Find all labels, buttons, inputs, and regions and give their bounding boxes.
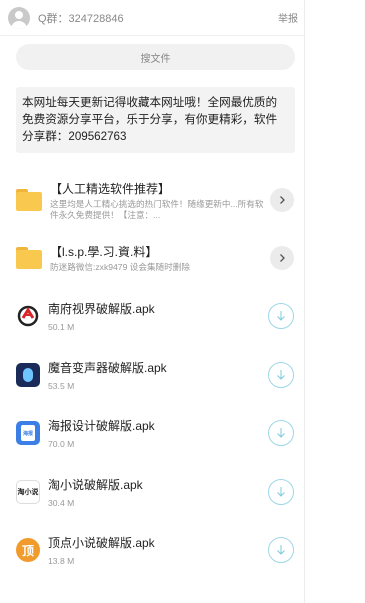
folder-item[interactable]: 【l.s.p.學.习.資.料】 防迷路微信:zxk9479 设会集随时删除 [0,229,304,287]
folder-title: 【l.s.p.學.习.資.料】 [50,245,158,259]
chevron-right-icon[interactable] [270,188,294,212]
avatar[interactable] [8,6,30,29]
poster-icon: 海报 [16,421,40,446]
file-name: 南府视界破解版.apk [48,302,155,317]
download-icon[interactable] [268,303,294,330]
chevron-right-icon[interactable] [270,246,294,270]
folder-icon [16,189,42,211]
file-list: 【人工精选软件推荐】 这里均是人工精心挑选的热门软件！随缘更新中...所有软件永… [0,171,304,580]
file-share-page: Q群：324728846 举报 搜文件 本网址每天更新记得收藏本网址哦！全网最优… [0,0,305,603]
folder-info: 【人工精选软件推荐】 这里均是人工精心挑选的热门软件！随缘更新中...所有软件永… [50,180,270,221]
novel-icon: 淘小说 [16,479,40,504]
file-info: 魔音变声器破解版.apk 53.5 M [48,359,268,391]
download-icon[interactable] [268,537,294,564]
download-icon[interactable] [268,420,294,447]
notice-box: 本网址每天更新记得收藏本网址哦！全网最优质的免费资源分享平台，乐于分享，有你更精… [16,87,295,153]
file-info: 淘小说破解版.apk 30.4 M [48,476,268,508]
folder-title: 【人工精选软件推荐】 [50,181,171,196]
file-item[interactable]: 南府视界破解版.apk 50.1 M [0,287,304,346]
novel-icon: 顶 [16,538,40,563]
file-item[interactable]: 海报 海报设计破解版.apk 70.0 M [0,404,304,463]
file-item[interactable]: 魔音变声器破解版.apk 53.5 M [0,346,304,405]
folder-icon [16,247,42,269]
qq-group-text: Q群：324728846 [38,12,124,25]
app-logo-icon [16,304,40,329]
search-area: 搜文件 [0,36,304,70]
file-info: 海报设计破解版.apk 70.0 M [48,417,268,449]
microphone-icon [16,362,40,387]
file-name: 海报设计破解版.apk [48,419,155,434]
folder-description: 这里均是人工精心挑选的热门软件！随缘更新中...所有软件永久免费提供！【注意：.… [50,198,264,220]
file-name: 淘小说破解版.apk [48,477,143,492]
page-margin [305,0,365,603]
download-icon[interactable] [268,361,294,388]
file-name: 魔音变声器破解版.apk [48,360,167,375]
file-size: 70.0 M [48,439,75,450]
file-size: 30.4 M [48,497,75,508]
file-info: 顶点小说破解版.apk 13.8 M [48,534,268,566]
file-item[interactable]: 淘小说 淘小说破解版.apk 30.4 M [0,463,304,522]
report-link[interactable]: 举报 [278,10,298,25]
search-files-button[interactable]: 搜文件 [16,44,295,70]
download-icon[interactable] [268,478,294,505]
header-bar: Q群：324728846 举报 [0,0,304,36]
file-info: 南府视界破解版.apk 50.1 M [48,300,268,332]
folder-info: 【l.s.p.學.习.資.料】 防迷路微信:zxk9479 设会集随时删除 [50,243,270,273]
folder-item[interactable]: 【人工精选软件推荐】 这里均是人工精心挑选的热门软件！随缘更新中...所有软件永… [0,171,304,229]
file-size: 13.8 M [48,556,75,567]
file-name: 顶点小说破解版.apk [48,536,155,551]
file-size: 53.5 M [48,380,75,391]
file-item[interactable]: 顶 顶点小说破解版.apk 13.8 M [0,521,304,580]
file-size: 50.1 M [48,322,75,333]
folder-description: 防迷路微信:zxk9479 设会集随时删除 [50,262,190,272]
